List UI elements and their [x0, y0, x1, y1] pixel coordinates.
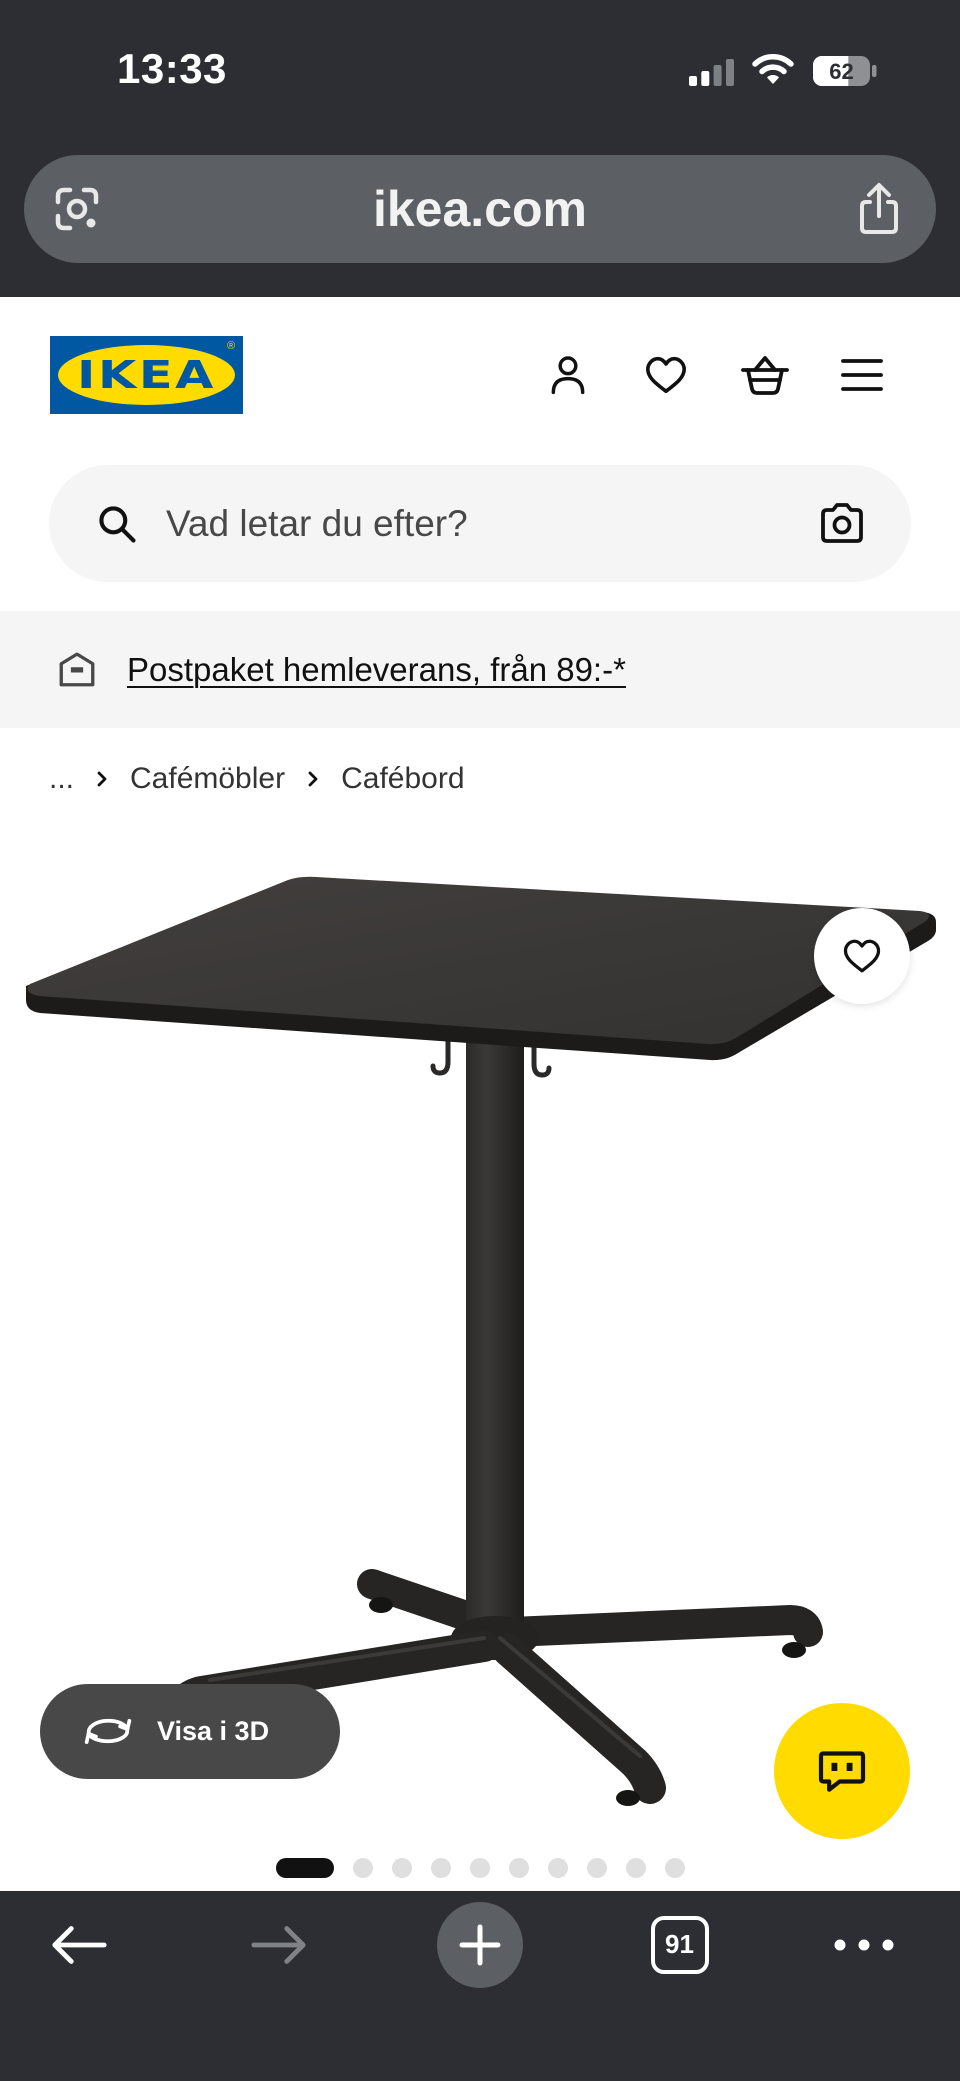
- battery-percent: 62: [829, 59, 853, 84]
- new-tab-button[interactable]: [437, 1902, 523, 1988]
- breadcrumb-item-cafebord[interactable]: Cafébord: [341, 762, 464, 796]
- chevron-right-icon: [308, 771, 318, 787]
- carousel-dot[interactable]: [547, 1858, 568, 1878]
- signal-bar: [713, 65, 722, 86]
- basket-icon[interactable]: [740, 352, 790, 398]
- ikea-logo[interactable]: IKEA ®: [50, 336, 243, 414]
- chat-button[interactable]: [774, 1703, 910, 1839]
- logo-text: IKEA: [76, 353, 217, 397]
- chat-icon: [818, 1751, 866, 1792]
- user-icon[interactable]: [546, 352, 590, 398]
- delivery-icon: [59, 652, 95, 687]
- carousel-dot[interactable]: [586, 1858, 607, 1878]
- signal-icon: [689, 59, 734, 86]
- search-icon[interactable]: [95, 502, 139, 546]
- forward-arrow-icon[interactable]: [250, 1923, 308, 1967]
- logo-registered-mark: ®: [227, 340, 236, 352]
- carousel-dot[interactable]: [469, 1858, 490, 1878]
- more-icon[interactable]: [834, 1935, 894, 1955]
- breadcrumb-ellipsis[interactable]: ...: [49, 762, 74, 796]
- add-to-favourites-button[interactable]: [814, 908, 910, 1004]
- foot-pad: [616, 1790, 640, 1806]
- carousel-dot[interactable]: [664, 1858, 685, 1878]
- promo-link[interactable]: Postpaket hemleverans, från 89:-*: [127, 611, 626, 728]
- menu-icon[interactable]: [840, 354, 884, 396]
- camera-icon[interactable]: [818, 500, 866, 546]
- 3d-rotate-icon: [84, 1718, 132, 1744]
- browser-bottom-toolbar: 91: [0, 1891, 960, 2081]
- back-arrow-icon[interactable]: [50, 1923, 108, 1967]
- tabletop: [26, 876, 936, 1061]
- breadcrumb: ... Cafémöbler Cafébord: [49, 758, 465, 800]
- url-bar[interactable]: ikea.com: [24, 155, 936, 263]
- chevron-right-icon: [97, 771, 107, 787]
- heart-icon[interactable]: [643, 353, 689, 397]
- browser-top-chrome: 13:33 62 ikea.com: [0, 0, 960, 297]
- tabs-icon[interactable]: 91: [651, 1916, 709, 1974]
- delivery-promo-banner[interactable]: Postpaket hemleverans, från 89:-*: [0, 611, 960, 728]
- wifi-icon: [752, 54, 794, 84]
- signal-bar: [689, 76, 697, 86]
- view-in-3d-label[interactable]: Visa i 3D: [157, 1684, 269, 1779]
- carousel-dot[interactable]: [391, 1858, 412, 1878]
- tabs-count: 91: [665, 1929, 694, 1959]
- carousel-dot[interactable]: [430, 1858, 451, 1878]
- table-foot-front-right: [492, 1634, 666, 1804]
- status-time: 13:33: [117, 45, 227, 92]
- signal-bar: [726, 59, 734, 86]
- view-in-3d-button[interactable]: Visa i 3D: [40, 1684, 340, 1779]
- breadcrumb-item-cafemobler[interactable]: Cafémöbler: [130, 762, 285, 796]
- url-text[interactable]: ikea.com: [24, 155, 936, 263]
- search-placeholder[interactable]: Vad letar du efter?: [166, 465, 468, 582]
- battery-icon: 62: [813, 56, 877, 86]
- table-column: [466, 1032, 524, 1636]
- carousel-dot[interactable]: [508, 1858, 529, 1878]
- table-foot-back-right: [497, 1604, 823, 1647]
- carousel-dot[interactable]: [352, 1858, 373, 1878]
- signal-bar: [701, 71, 710, 86]
- heart-icon: [843, 939, 881, 973]
- image-carousel-indicator: [0, 1858, 960, 1878]
- carousel-dot[interactable]: [625, 1858, 646, 1878]
- foot-pad: [369, 1597, 393, 1613]
- search-input[interactable]: Vad letar du efter?: [49, 465, 911, 582]
- share-icon[interactable]: [855, 182, 903, 236]
- carousel-dot-active[interactable]: [275, 1858, 334, 1878]
- foot-pad: [782, 1642, 806, 1658]
- plus-icon: [459, 1924, 501, 1966]
